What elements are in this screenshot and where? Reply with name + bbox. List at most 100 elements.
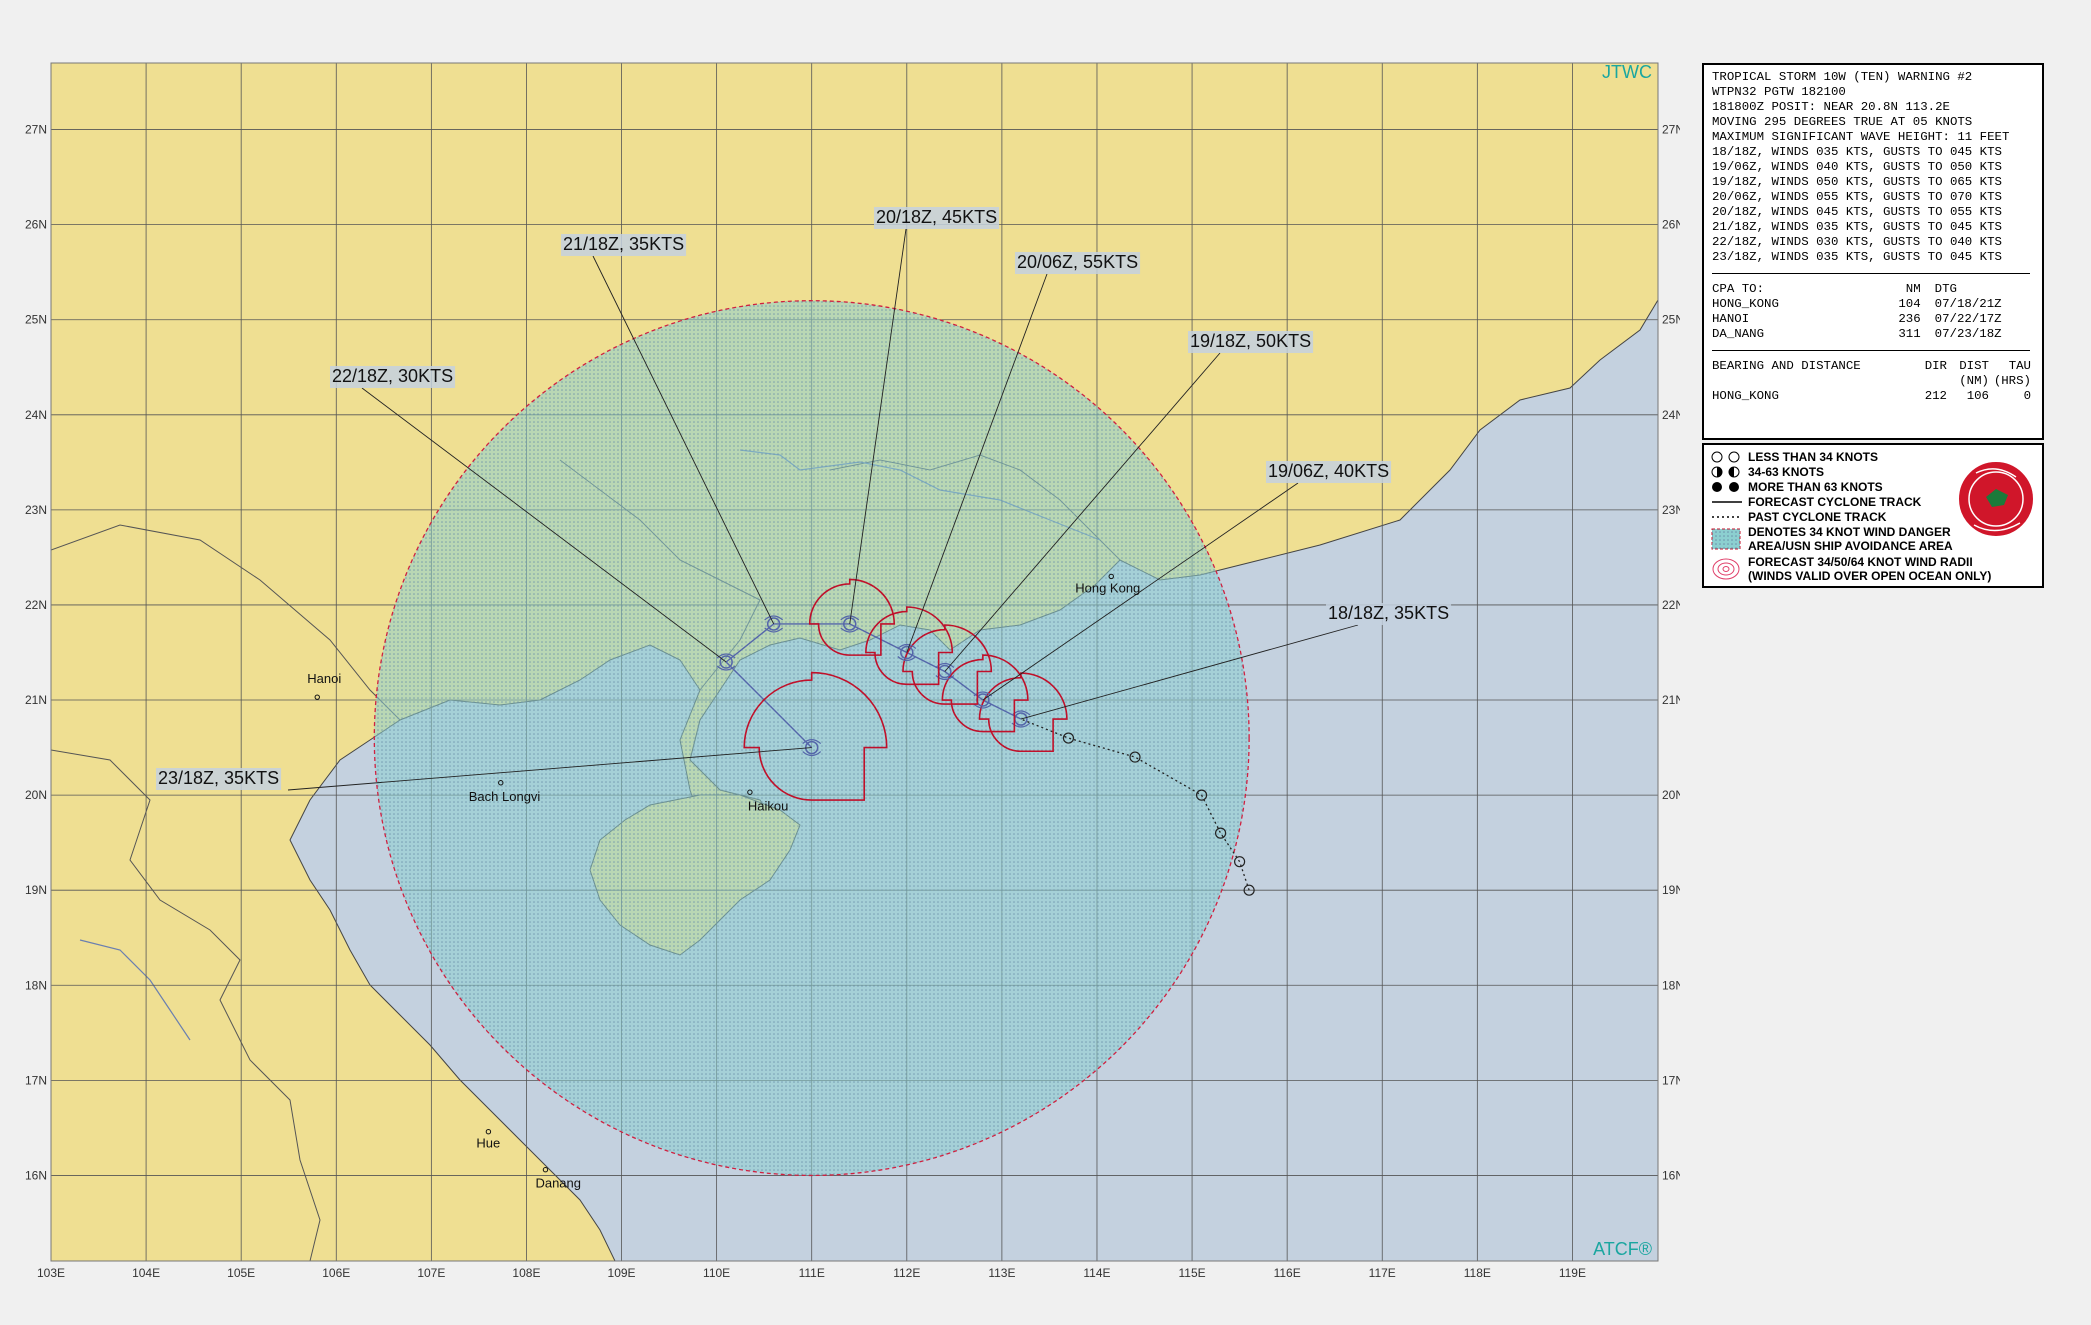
jtwc-seal-logo [1957, 460, 2035, 538]
tau-header: TAU [2008, 359, 2031, 373]
forecast-label: 23/18Z, 35KTS [158, 768, 279, 788]
cpa-cell: 07/22/17Z [1934, 312, 2002, 326]
lat-tick-label-left: 24N [25, 408, 47, 422]
cpa-cell: 104 [1898, 297, 1921, 311]
bearing-cell: HONG_KONG [1712, 389, 1779, 403]
divider [1712, 350, 2030, 351]
lat-tick-label-right: 27N [1662, 123, 1680, 137]
bearing-sub-header-row: (NM) (HRS) [1712, 374, 2034, 389]
forecast-label: 19/06Z, 40KTS [1268, 461, 1389, 481]
lat-tick-label-right: 19N [1662, 883, 1680, 897]
city-name: Hue [476, 1136, 500, 1151]
lon-tick-label: 117E [1369, 1266, 1396, 1280]
warning-header: TROPICAL STORM 10W (TEN) WARNING #2 WTPN3… [1712, 70, 2034, 145]
wind-forecast-line: 21/18Z, WINDS 035 KTS, GUSTS TO 045 KTS [1712, 220, 2002, 234]
cpa-nm-header: NM [1905, 282, 1921, 296]
legend-item-wind-radii: FORECAST 34/50/64 KNOT WIND RADII (WINDS… [1710, 554, 2036, 584]
cpa-cell: HONG_KONG [1712, 297, 1779, 311]
lat-tick-label-right: 17N [1662, 1073, 1680, 1087]
tau-unit: (HRS) [1993, 374, 2031, 388]
wind-forecast-line: 22/18Z, WINDS 030 KTS, GUSTS TO 040 KTS [1712, 235, 2002, 249]
cpa-cell: DA_NANG [1712, 327, 1765, 341]
lon-tick-label: 105E [227, 1266, 255, 1280]
danger-area-pattern [374, 300, 1250, 1176]
lon-tick-label: 115E [1178, 1266, 1205, 1280]
wind-forecast-line: 19/18Z, WINDS 050 KTS, GUSTS TO 065 KTS [1712, 175, 2002, 189]
lat-tick-label-right: 26N [1662, 218, 1680, 232]
wind-forecast-line: 23/18Z, WINDS 035 KTS, GUSTS TO 045 KTS [1712, 250, 2002, 264]
forecast-label: 18/18Z, 35KTS [1328, 603, 1449, 623]
dir-header: DIR [1924, 359, 1947, 373]
warning-header-line: WTPN32 PGTW 182100 [1712, 85, 1846, 99]
cpa-row: HANOI 236 07/22/17Z [1712, 312, 2034, 327]
bearing-table: HONG_KONG 212 106 0 [1712, 389, 2034, 404]
lat-tick-label-left: 21N [25, 693, 47, 707]
lat-tick-label-right: 18N [1662, 978, 1680, 992]
lon-tick-label: 104E [132, 1266, 160, 1280]
forecast-label: 19/18Z, 50KTS [1190, 331, 1311, 351]
lat-tick-label-left: 23N [25, 503, 47, 517]
lon-tick-label: 114E [1083, 1266, 1110, 1280]
lat-tick-label-left: 25N [25, 313, 47, 327]
lon-tick-label: 116E [1274, 1266, 1301, 1280]
wind-forecast-line: 20/06Z, WINDS 055 KTS, GUSTS TO 070 KTS [1712, 190, 2002, 204]
city-name: Bach Longvi [469, 789, 541, 804]
danger-area [373, 300, 1250, 1177]
lat-tick-label-left: 26N [25, 218, 47, 232]
bearing-header-row: BEARING AND DISTANCE DIR DIST TAU [1712, 359, 2034, 374]
dist-header: DIST [1959, 359, 1989, 373]
warning-header-line: TROPICAL STORM 10W (TEN) WARNING #2 [1712, 70, 1973, 84]
wind-forecast-line: 20/18Z, WINDS 045 KTS, GUSTS TO 055 KTS [1712, 205, 2002, 219]
lon-tick-label: 103E [37, 1266, 65, 1280]
lat-tick-label-left: 20N [25, 788, 47, 802]
bearing-cell: 106 [1966, 389, 1989, 403]
lon-tick-label: 118E [1464, 1266, 1491, 1280]
map-area: 103E 104E 105E 106E 107E 108E 109E 110E 111E 112E… [0, 0, 1680, 1325]
warning-header-line: MAXIMUM SIGNIFICANT WAVE HEIGHT: 11 FEET [1712, 130, 2010, 144]
forecast-label: 22/18Z, 30KTS [332, 366, 453, 386]
cpa-cell: 07/18/21Z [1934, 297, 2002, 311]
lat-tick-label-left: 16N [25, 1168, 47, 1182]
lat-tick-label-left: 18N [25, 978, 47, 992]
city-name: Hong Kong [1075, 580, 1140, 595]
cpa-dtg-header: DTG [1934, 282, 1957, 296]
cpa-cell: 236 [1898, 312, 1921, 326]
divider [1712, 273, 2030, 274]
lat-tick-label-right: 16N [1662, 1168, 1680, 1182]
lon-tick-label: 113E [988, 1266, 1015, 1280]
cpa-header-row: CPA TO: NM DTG [1712, 282, 2034, 297]
bearing-cell: 0 [2023, 389, 2031, 403]
warning-header-line: MOVING 295 DEGREES TRUE AT 05 KNOTS [1712, 115, 1973, 129]
lat-tick-label-left: 22N [25, 598, 47, 612]
map-canvas: 103E 104E 105E 106E 107E 108E 109E 110E 111E 112E… [25, 62, 1680, 1280]
cpa-cell: 311 [1898, 327, 1921, 341]
forecast-label: 21/18Z, 35KTS [563, 234, 684, 254]
lat-tick-label-left: 19N [25, 883, 47, 897]
lon-tick-label: 110E [703, 1266, 730, 1280]
forecast-label: 20/18Z, 45KTS [876, 207, 997, 227]
jtwc-label: JTWC [1602, 62, 1652, 82]
wind-forecast-line: 19/06Z, WINDS 040 KTS, GUSTS TO 050 KTS [1712, 160, 2002, 174]
cpa-cell: HANOI [1712, 312, 1750, 326]
city-name: Haikou [748, 798, 788, 813]
city-name: Hanoi [307, 671, 341, 686]
cpa-cell: 07/23/18Z [1934, 327, 2002, 341]
cpa-row: HONG_KONG 104 07/18/21Z [1712, 297, 2034, 312]
lon-tick-label: 108E [512, 1266, 540, 1280]
bearing-title: BEARING AND DISTANCE [1712, 359, 1861, 373]
bearing-cell: 212 [1924, 389, 1947, 403]
lat-tick-label-right: 22N [1662, 598, 1680, 612]
bearing-row: HONG_KONG 212 106 0 [1712, 389, 2034, 404]
city-name: Danang [535, 1176, 581, 1191]
lat-tick-label-left: 27N [25, 123, 47, 137]
wind-forecast-list: 18/18Z, WINDS 035 KTS, GUSTS TO 045 KTS 1… [1712, 145, 2034, 265]
lat-tick-label-right: 25N [1662, 313, 1680, 327]
cpa-title: CPA TO: [1712, 282, 1765, 296]
lon-tick-label: 112E [893, 1266, 920, 1280]
atcf-label: ATCF® [1593, 1239, 1652, 1259]
wind-forecast-line: 18/18Z, WINDS 035 KTS, GUSTS TO 045 KTS [1712, 145, 2002, 159]
lon-tick-label: 109E [608, 1266, 636, 1280]
warning-info-panel: TROPICAL STORM 10W (TEN) WARNING #2 WTPN3… [1702, 63, 2044, 440]
lon-tick-label: 119E [1559, 1266, 1586, 1280]
cpa-table: HONG_KONG 104 07/18/21Z HANOI 236 07/22/17Z DA… [1712, 297, 2034, 342]
